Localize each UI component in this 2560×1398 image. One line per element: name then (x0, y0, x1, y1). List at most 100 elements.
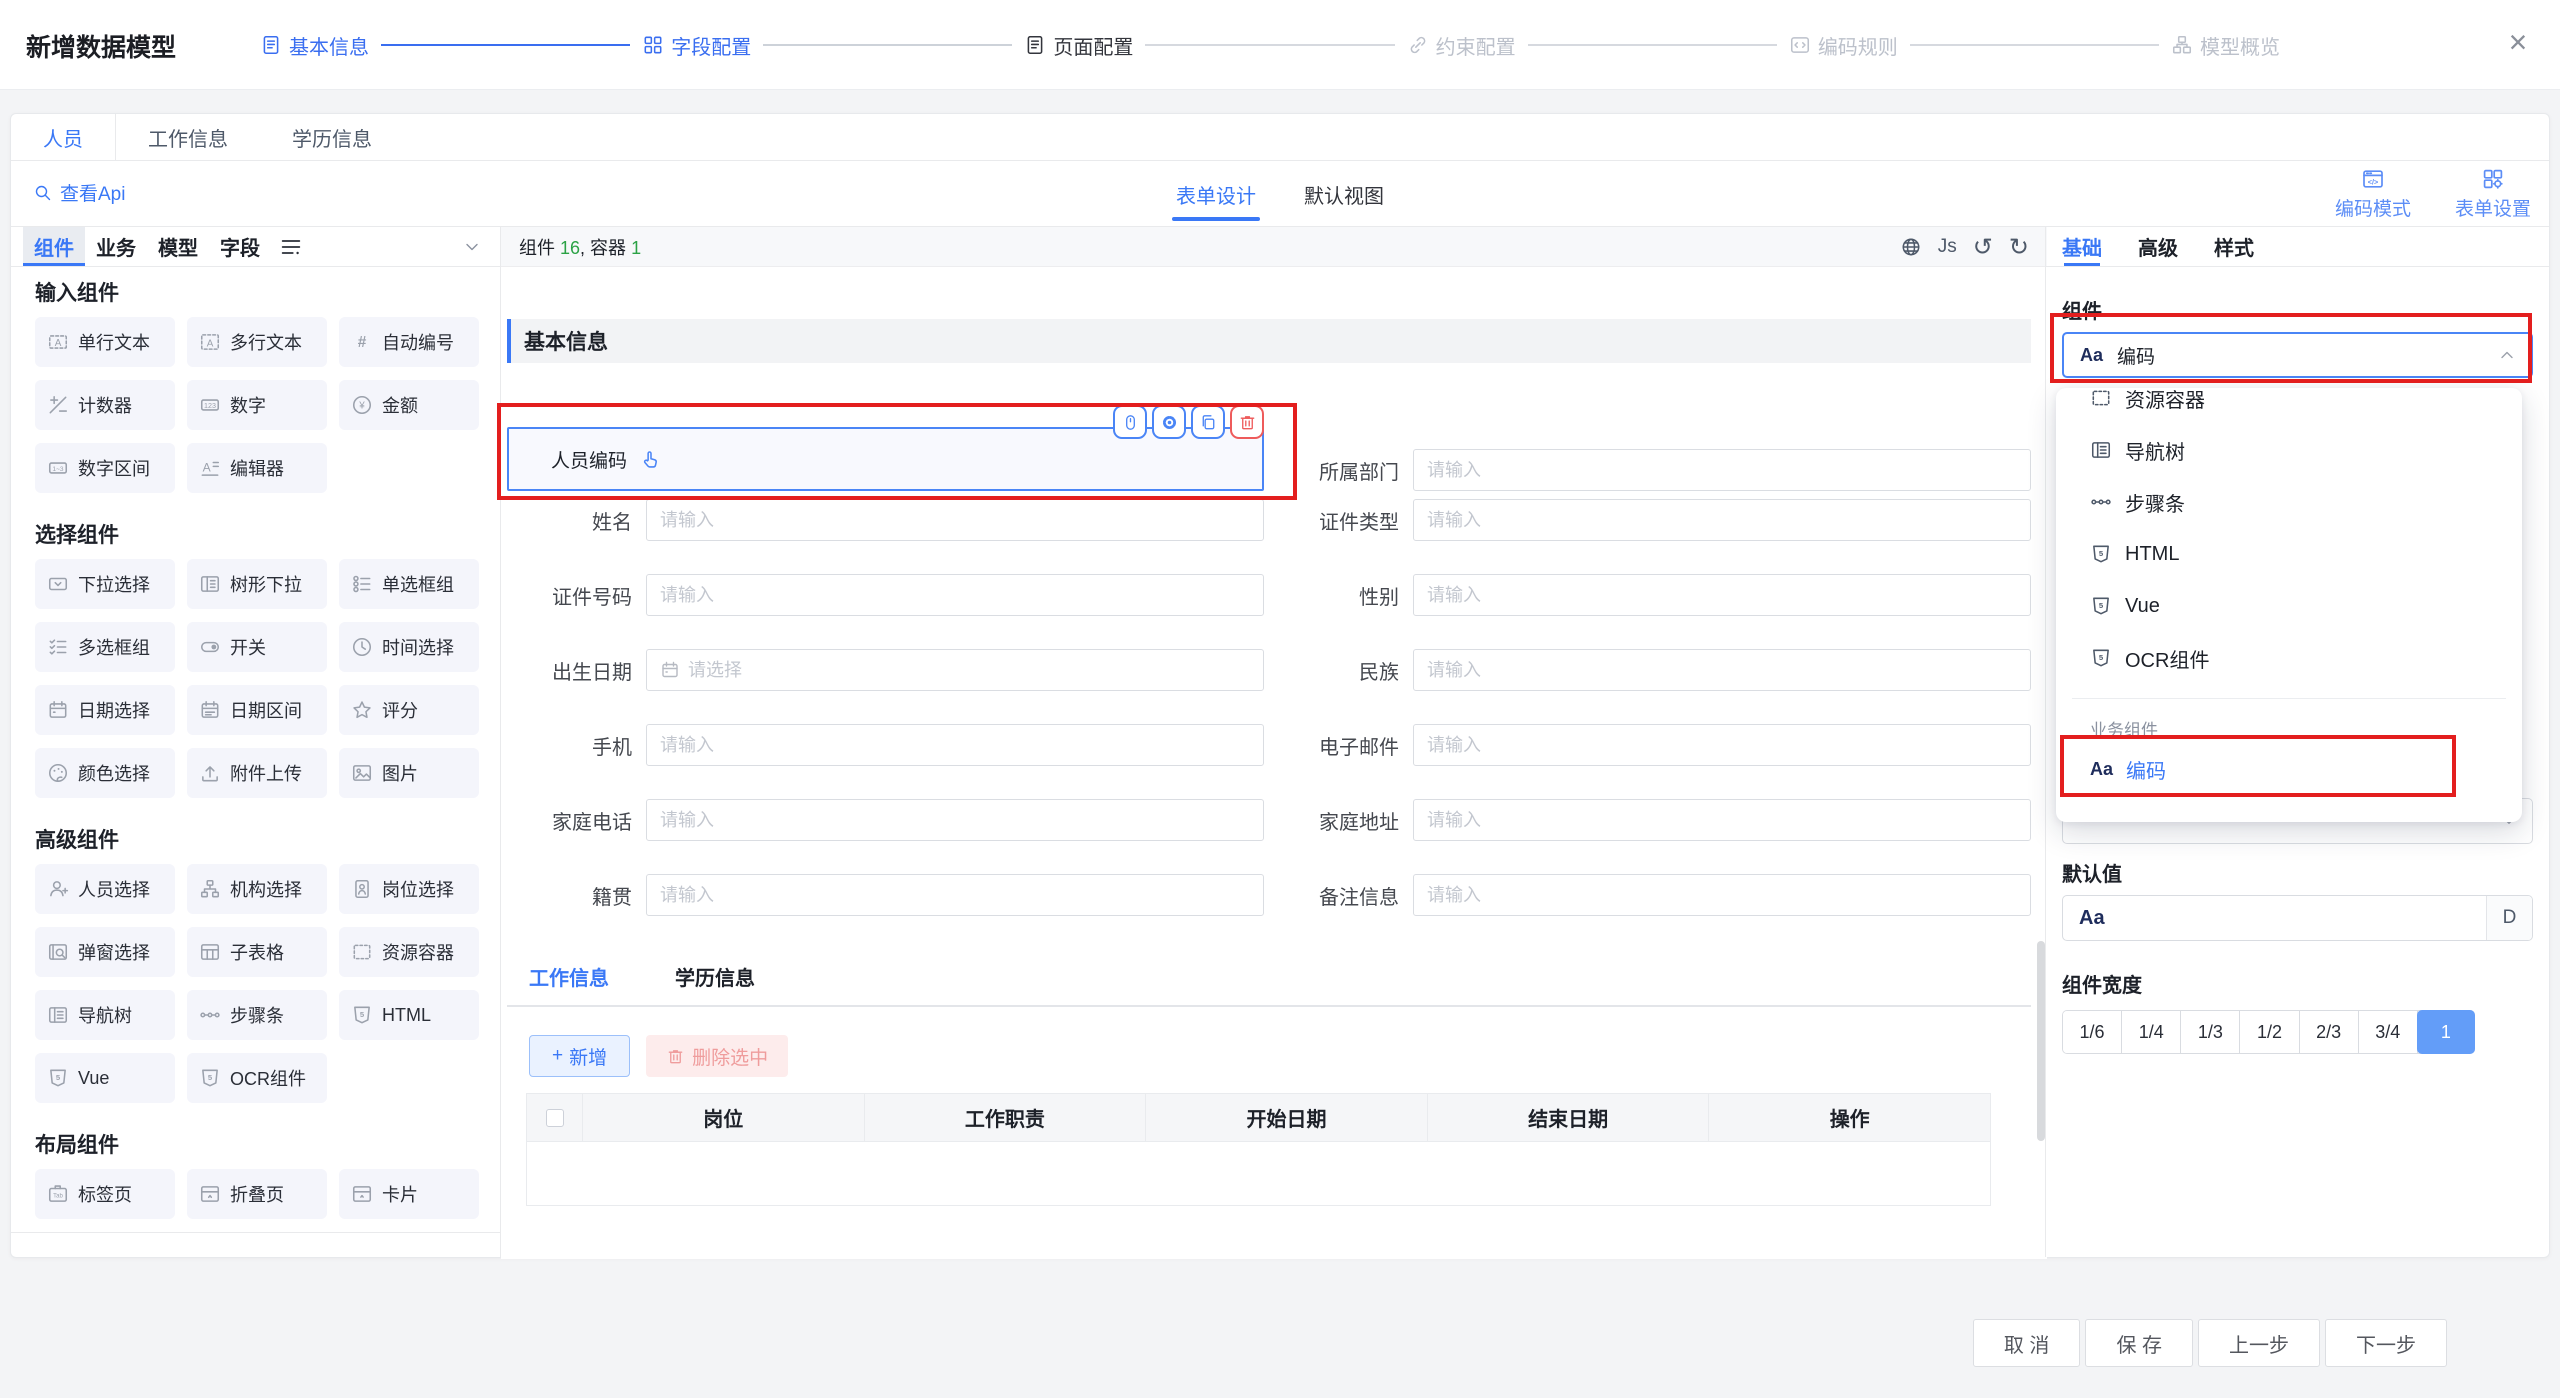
settings-gear-button[interactable] (1152, 405, 1186, 439)
default-value-text[interactable]: Aa (2063, 896, 2486, 940)
action-form-settings[interactable]: 表单设置 (2455, 167, 2531, 221)
width-option-3/4[interactable]: 3/4 (2359, 1011, 2418, 1053)
wizard-step-3[interactable]: 页面配置 (1024, 31, 1133, 60)
add-row-button[interactable]: +新增 (529, 1035, 630, 1077)
palette-chip-卡片[interactable]: 卡片 (339, 1169, 479, 1219)
palette-chip-评分[interactable]: 评分 (339, 685, 479, 735)
subform-tab-1[interactable]: 工作信息 (529, 962, 609, 991)
width-option-1/6[interactable]: 1/6 (2063, 1011, 2122, 1053)
model-tab-2[interactable]: 工作信息 (116, 114, 260, 160)
copy-button[interactable] (1191, 405, 1225, 439)
palette-chip-clipped[interactable] (187, 1232, 327, 1233)
field-input-证件号码[interactable] (660, 585, 1250, 606)
palette-chip-单选框组[interactable]: 单选框组 (339, 559, 479, 609)
width-option-1/4[interactable]: 1/4 (2122, 1011, 2181, 1053)
field-input-出生日期[interactable] (688, 660, 1250, 681)
palette-chip-数字[interactable]: 123数字 (187, 380, 327, 430)
wizard-step-4[interactable]: 约束配置 (1407, 31, 1516, 60)
palette-chip-计数器[interactable]: 计数器 (35, 380, 175, 430)
design-tab-2[interactable]: 默认视图 (1304, 161, 1384, 227)
palette-chip-树形下拉[interactable]: 树形下拉 (187, 559, 327, 609)
wizard-step-2[interactable]: 字段配置 (642, 31, 751, 60)
field-input-电子邮件[interactable] (1427, 735, 2017, 756)
redo-icon[interactable]: ↻ (2009, 236, 2029, 258)
palette-chip-多行文本[interactable]: A多行文本 (187, 317, 327, 367)
selected-component-renyuanbianma[interactable]: 人员编码 (507, 427, 1264, 491)
field-input-性别[interactable] (1427, 585, 2017, 606)
palette-chip-步骤条[interactable]: 步骤条 (187, 990, 327, 1040)
palette-chip-Vue[interactable]: 5Vue (35, 1053, 175, 1103)
palette-chip-图片[interactable]: 图片 (339, 748, 479, 798)
wizard-step-5[interactable]: 编码规则 (1789, 31, 1898, 60)
field-input-籍贯[interactable] (660, 885, 1250, 906)
globe-icon[interactable] (1900, 236, 1922, 258)
property-tab-1[interactable]: 基础 (2062, 227, 2102, 266)
list-icon[interactable] (279, 235, 303, 259)
dropdown-item-HTML[interactable]: 5HTML (2056, 528, 2522, 580)
property-tab-3[interactable]: 样式 (2214, 227, 2254, 266)
footer-button-保存[interactable]: 保 存 (2085, 1319, 2193, 1367)
palette-chip-clipped[interactable] (35, 1232, 175, 1233)
design-tab-1[interactable]: 表单设计 (1176, 161, 1256, 227)
palette-chip-岗位选择[interactable]: 岗位选择 (339, 864, 479, 914)
dropdown-item-资源容器[interactable]: 资源容器 (2056, 388, 2522, 424)
field-input-证件类型[interactable] (1427, 510, 2017, 531)
width-option-1/3[interactable]: 1/3 (2181, 1011, 2240, 1053)
palette-chip-资源容器[interactable]: 资源容器 (339, 927, 479, 977)
palette-chip-数字区间[interactable]: 1~3数字区间 (35, 443, 175, 493)
field-input-家庭地址[interactable] (1427, 810, 2017, 831)
palette-chip-OCR组件[interactable]: 5OCR组件 (187, 1053, 327, 1103)
field-input-姓名[interactable] (660, 510, 1250, 531)
canvas-scrollbar[interactable] (2037, 941, 2045, 1141)
palette-chip-日期选择[interactable]: 日期选择 (35, 685, 175, 735)
palette-chip-导航树[interactable]: 导航树 (35, 990, 175, 1040)
dropdown-item-OCR组件[interactable]: 5OCR组件 (2056, 632, 2522, 684)
dropdown-item-导航树[interactable]: 导航树 (2056, 424, 2522, 476)
palette-chip-折叠页[interactable]: 折叠页 (187, 1169, 327, 1219)
footer-button-取消[interactable]: 取 消 (1973, 1319, 2081, 1367)
form-canvas[interactable]: 基本信息 人员编码 (501, 267, 2047, 1259)
palette-chip-开关[interactable]: 开关 (187, 622, 327, 672)
palette-chip-日期区间[interactable]: 日期区间 (187, 685, 327, 735)
width-option-1[interactable]: 1 (2417, 1010, 2475, 1054)
palette-tab-3[interactable]: 模型 (147, 227, 209, 266)
field-input-家庭电话[interactable] (660, 810, 1250, 831)
action-code-mode[interactable]: </>编码模式 (2335, 167, 2411, 221)
footer-button-上一步[interactable]: 上一步 (2198, 1319, 2320, 1367)
palette-chip-多选框组[interactable]: 多选框组 (35, 622, 175, 672)
component-type-select[interactable]: Aa 编码 (2062, 332, 2533, 378)
palette-tab-1[interactable]: 组件 (23, 227, 85, 266)
drag-handle-button[interactable] (1113, 405, 1147, 439)
palette-chip-HTML[interactable]: 5HTML (339, 990, 479, 1040)
collapse-chevron-icon[interactable] (462, 237, 482, 257)
select-all-checkbox[interactable] (546, 1109, 564, 1127)
delete-selected-button[interactable]: 删除选中 (646, 1035, 788, 1077)
width-option-1/2[interactable]: 1/2 (2240, 1011, 2299, 1053)
model-tab-1[interactable]: 人员 (11, 114, 116, 160)
palette-chip-人员选择[interactable]: 人员选择 (35, 864, 175, 914)
dropdown-item-business-编码[interactable]: Aa编码 (2056, 743, 2522, 795)
palette-chip-弹窗选择[interactable]: 弹窗选择 (35, 927, 175, 977)
palette-chip-clipped[interactable] (339, 1232, 479, 1233)
palette-chip-标签页[interactable]: Tab标签页 (35, 1169, 175, 1219)
subform-tab-2[interactable]: 学历信息 (675, 962, 755, 991)
field-input-民族[interactable] (1427, 660, 2017, 681)
js-icon[interactable]: Js (1938, 236, 1957, 258)
field-input-手机[interactable] (660, 735, 1250, 756)
palette-chip-子表格[interactable]: 子表格 (187, 927, 327, 977)
dropdown-item-步骤条[interactable]: 步骤条 (2056, 476, 2522, 528)
dropdown-item-Vue[interactable]: 5Vue (2056, 580, 2522, 632)
footer-button-下一步[interactable]: 下一步 (2325, 1319, 2447, 1367)
palette-scroll-area[interactable]: 输入组件A单行文本A多行文本#自动编号计数器123数字¥金额1~3数字区间A编辑… (11, 267, 500, 1233)
palette-chip-机构选择[interactable]: 机构选择 (187, 864, 327, 914)
palette-chip-金额[interactable]: ¥金额 (339, 380, 479, 430)
delete-button[interactable] (1230, 405, 1264, 439)
undo-icon[interactable]: ↺ (1973, 236, 1993, 258)
palette-tab-2[interactable]: 业务 (85, 227, 147, 266)
dept-input[interactable] (1427, 460, 2017, 481)
palette-chip-单行文本[interactable]: A单行文本 (35, 317, 175, 367)
wizard-step-1[interactable]: 基本信息 (260, 31, 369, 60)
palette-chip-时间选择[interactable]: 时间选择 (339, 622, 479, 672)
palette-chip-编辑器[interactable]: A编辑器 (187, 443, 327, 493)
palette-tab-4[interactable]: 字段 (209, 227, 271, 266)
